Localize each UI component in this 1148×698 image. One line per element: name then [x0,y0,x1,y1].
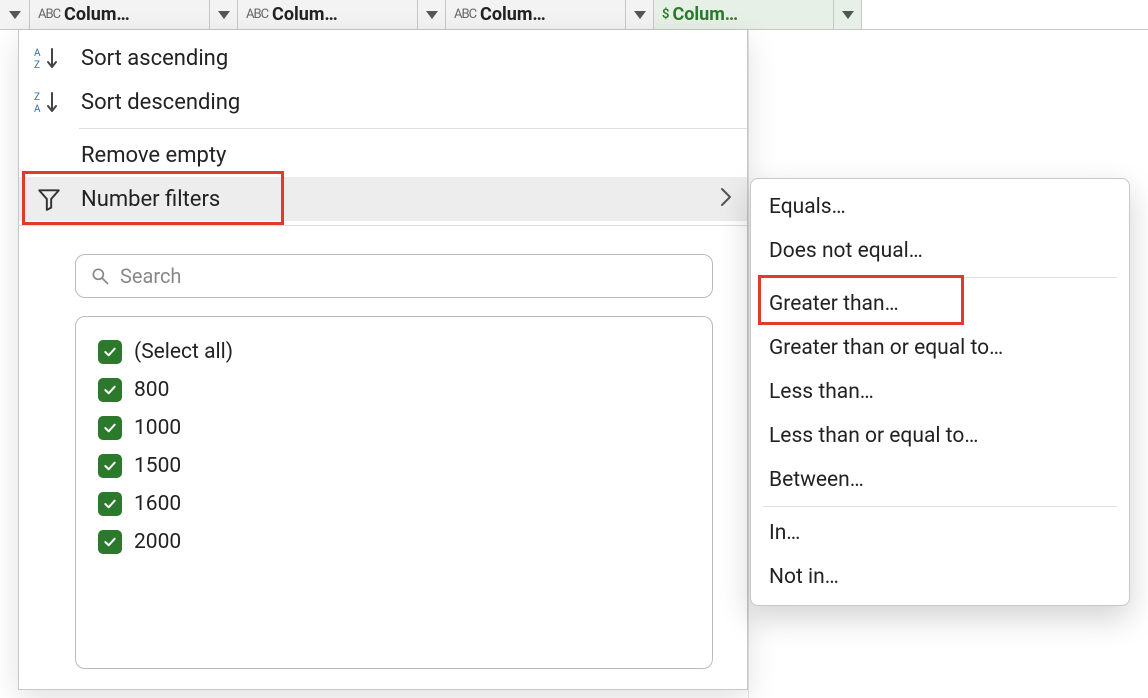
submenu-in[interactable]: In… [751,511,1129,555]
column-header-2[interactable]: ABC Colum… [238,0,418,29]
checkbox-checked-icon [98,454,122,478]
column-dropdown-1[interactable] [210,0,238,29]
column-dropdown-2[interactable] [418,0,446,29]
checkbox-checked-icon [98,492,122,516]
chevron-down-icon [634,11,646,19]
chevron-down-icon [426,11,438,19]
type-abc-icon: ABC [454,7,476,22]
menu-item-label: Sort ascending [81,46,733,71]
filter-value-label: 1600 [134,492,181,516]
submenu-greater-than[interactable]: Greater than… [751,282,1129,326]
submenu-label: Between… [769,468,864,492]
filter-value-label: (Select all) [134,340,233,364]
svg-text:A: A [34,104,41,114]
submenu-does-not-equal[interactable]: Does not equal… [751,229,1129,273]
checkbox-checked-icon [98,340,122,364]
chevron-down-icon [218,11,230,19]
filter-value-item[interactable]: 1000 [98,409,690,447]
menu-remove-empty[interactable]: Remove empty [19,133,747,177]
svg-text:Z: Z [34,60,40,70]
column-label: Colum… [480,4,619,25]
column-header-4[interactable]: $ Colum… [654,0,834,29]
submenu-label: Equals… [769,195,846,219]
filter-value-label: 2000 [134,530,181,554]
submenu-label: Not in… [769,565,839,589]
checkbox-checked-icon [98,530,122,554]
column-dropdown-4[interactable] [834,0,862,29]
filter-value-label: 1000 [134,416,181,440]
filter-value-select-all[interactable]: (Select all) [98,333,690,371]
submenu-separator [763,277,1117,278]
search-wrap: Search [75,254,713,298]
submenu-label: Less than… [769,380,874,404]
submenu-label: Less than or equal to… [769,424,978,448]
submenu-less-than[interactable]: Less than… [751,370,1129,414]
filter-value-label: 800 [134,378,169,402]
search-icon [90,266,110,286]
filter-values-panel: (Select all) 800 1000 1500 1600 2000 [75,316,713,669]
submenu-equals[interactable]: Equals… [751,185,1129,229]
submenu-gte[interactable]: Greater than or equal to… [751,326,1129,370]
column-dropdown-3[interactable] [626,0,654,29]
submenu-label: Does not equal… [769,239,923,263]
svg-text:A: A [34,48,41,59]
filter-icon [27,186,71,212]
column-label: Colum… [672,4,827,25]
column-label: Colum… [64,4,203,25]
menu-sort-ascending[interactable]: AZ Sort ascending [19,36,747,80]
svg-text:Z: Z [34,92,40,103]
filter-value-item[interactable]: 1600 [98,485,690,523]
filter-value-item[interactable]: 1500 [98,447,690,485]
menu-separator [19,225,747,226]
chevron-right-icon [719,186,733,213]
column-dropdown-prev[interactable] [0,0,30,29]
menu-sort-descending[interactable]: ZA Sort descending [19,80,747,124]
type-currency-icon: $ [662,7,668,22]
number-filters-submenu: Equals… Does not equal… Greater than… Gr… [750,178,1130,606]
submenu-label: In… [769,521,800,545]
grid-line [748,30,749,698]
filter-value-label: 1500 [134,454,181,478]
submenu-not-in[interactable]: Not in… [751,555,1129,599]
column-header-3[interactable]: ABC Colum… [446,0,626,29]
submenu-label: Greater than or equal to… [769,336,1003,360]
type-abc-icon: ABC [38,7,60,22]
search-input[interactable]: Search [75,254,713,298]
menu-item-label: Sort descending [81,90,733,115]
submenu-between[interactable]: Between… [751,458,1129,502]
submenu-label: Greater than… [769,292,899,316]
sort-descending-icon: ZA [27,90,71,114]
chevron-down-icon [842,11,854,19]
menu-item-label: Remove empty [81,143,733,168]
sort-ascending-icon: AZ [27,46,71,70]
checkbox-checked-icon [98,378,122,402]
column-header-1[interactable]: ABC Colum… [30,0,210,29]
menu-separator [79,128,747,129]
type-abc-icon: ABC [246,7,268,22]
menu-number-filters[interactable]: Number filters [19,177,747,221]
filter-menu: AZ Sort ascending ZA Sort descending Rem… [18,30,748,690]
search-placeholder: Search [120,264,181,288]
menu-item-label: Number filters [81,187,709,212]
column-label: Colum… [272,4,411,25]
filter-value-item[interactable]: 800 [98,371,690,409]
filter-value-item[interactable]: 2000 [98,523,690,561]
checkbox-checked-icon [98,416,122,440]
chevron-down-icon [9,11,21,19]
column-header-row: ABC Colum… ABC Colum… ABC Colum… $ Colum… [0,0,1148,30]
submenu-lte[interactable]: Less than or equal to… [751,414,1129,458]
submenu-separator [763,506,1117,507]
